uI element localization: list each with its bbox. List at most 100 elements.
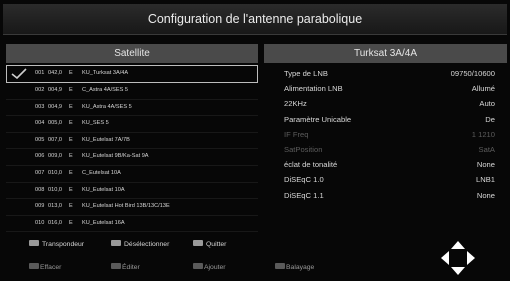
satellite-name: KU_Astra 4A/SES 5 (82, 103, 132, 110)
setting-tone-burst[interactable]: éclat de tonalité None (264, 157, 507, 172)
setting-lnb-type[interactable]: Type de LNB 09750/10600 (264, 66, 507, 81)
satellite-position: 016,0 (48, 219, 62, 226)
satellite-number: 005 (35, 136, 45, 143)
setting-label: Alimentation LNB (284, 84, 343, 94)
satellite-name: KU_Eutelsat 10A (82, 186, 125, 193)
satellite-position: 007,0 (48, 136, 62, 143)
satellite-name: KU_Eutelsat Hot Bird 13B/13C/13E (82, 203, 170, 210)
satellite-number: 009 (35, 203, 45, 210)
deselectionner-key[interactable]: Désélectionner (111, 240, 169, 250)
setting-value: None (476, 160, 495, 170)
satellite-name: KU_Turksat 3A/4A (82, 70, 129, 76)
setting-value: SatA (478, 144, 495, 154)
satellite-position: 009,0 (48, 153, 62, 160)
page-title: Configuration de l'antenne parabolique (147, 12, 363, 26)
setting-diseqc-11[interactable]: DiSEqC 1.1 None (264, 188, 507, 203)
setting-label: 22KHz (284, 99, 307, 109)
green-button-icon (111, 263, 121, 270)
setting-value: Auto (479, 99, 495, 109)
satellite-number: 006 (35, 153, 45, 160)
satellite-row[interactable]: 004 005,0 E KU_SES 5 (6, 116, 258, 133)
satellite-direction: E (69, 120, 73, 127)
satellite-direction: E (69, 70, 73, 76)
setting-22khz[interactable]: 22KHz Auto (264, 96, 507, 111)
satellite-name: C_Eutelsat 10A (82, 169, 121, 176)
blue-button-icon (275, 263, 285, 270)
satellite-number: 001 (35, 70, 45, 76)
satellite-list: 001 042,0 E KU_Turksat 3A/4A 002 004,9 E… (6, 65, 258, 233)
satellite-number: 002 (35, 87, 45, 93)
setting-label: Paramètre Unicable (284, 114, 352, 124)
satellite-position: 005,0 (48, 120, 62, 127)
satellite-position: 004,9 (48, 103, 62, 110)
title-bar: Configuration de l'antenne parabolique (3, 4, 507, 35)
transpondeur-key[interactable]: Transpondeur (29, 240, 84, 250)
setting-lnb-power[interactable]: Alimentation LNB Allumé (264, 81, 507, 96)
satellite-name: KU_Eutelsat 7A/7B (82, 136, 130, 143)
satellite-name: C_Astra 4A/SES 5 (82, 87, 129, 93)
satellite-direction: E (69, 87, 73, 93)
satellite-row[interactable]: 009 013,0 E KU_Eutelsat Hot Bird 13B/13C… (6, 199, 258, 216)
remote-button-icon (29, 240, 39, 247)
setting-label: Type de LNB (284, 69, 328, 78)
setting-diseqc-10[interactable]: DiSEqC 1.0 LNB1 (264, 172, 507, 187)
editer-label: Éditer (122, 264, 140, 271)
remote-button-icon (193, 240, 203, 247)
satellite-row[interactable]: 005 007,0 E KU_Eutelsat 7A/7B (6, 133, 258, 150)
satellite-panel-header: Satellite (6, 44, 258, 63)
key-legend: Transpondeur Désélectionner Quitter Effa… (0, 235, 510, 281)
satellite-row[interactable]: 010 016,0 E KU_Eutelsat 16A (6, 216, 258, 233)
satellite-row[interactable]: 008 010,0 E KU_Eutelsat 10A (6, 183, 258, 200)
setting-label: DiSEqC 1.0 (284, 175, 324, 185)
satellite-number: 004 (35, 120, 45, 127)
quitter-key[interactable]: Quitter (193, 240, 226, 250)
satellite-number: 010 (35, 219, 45, 226)
editer-key[interactable]: Éditer (111, 263, 140, 273)
antenna-config-screen: Configuration de l'antenne parabolique S… (0, 0, 510, 281)
satellite-number: 007 (35, 169, 45, 176)
setting-value: 1 1210 (471, 129, 495, 139)
effacer-key[interactable]: Effacer (29, 263, 61, 273)
satellite-direction: E (69, 169, 73, 176)
effacer-label: Effacer (40, 264, 62, 271)
satellite-number: 003 (35, 103, 45, 110)
satellite-name: KU_Eutelsat 16A (82, 219, 125, 226)
satellite-name: KU_SES 5 (82, 120, 109, 127)
setting-value: LNB1 (476, 175, 495, 185)
checkmark-icon (11, 68, 27, 79)
setting-value: 09750/10600 (450, 69, 495, 78)
satellite-row[interactable]: 006 009,0 E KU_Eutelsat 9B/Ka-Sat 9A (6, 149, 258, 166)
satellite-row[interactable]: 001 042,0 E KU_Turksat 3A/4A (6, 65, 258, 83)
satellite-direction: E (69, 219, 73, 226)
setting-value: Allumé (471, 84, 495, 94)
satellite-direction: E (69, 186, 73, 193)
satellite-row[interactable]: 002 004,9 E C_Astra 4A/SES 5 (6, 83, 258, 100)
satellite-details: Type de LNB 09750/10600 Alimentation LNB… (264, 66, 507, 203)
setting-label: IF Freq (284, 129, 309, 139)
satellite-position: 004,9 (48, 87, 62, 93)
balayage-label: Balayage (286, 264, 315, 271)
satellite-position: 010,0 (48, 169, 62, 176)
ajouter-key[interactable]: Ajouter (193, 263, 226, 273)
satellite-direction: E (69, 103, 73, 110)
balayage-key[interactable]: Balayage (275, 263, 314, 273)
ajouter-label: Ajouter (204, 264, 226, 271)
setting-label: éclat de tonalité (284, 160, 338, 170)
setting-value: None (476, 190, 495, 200)
deselectionner-label: Désélectionner (124, 241, 170, 248)
quitter-label: Quitter (206, 241, 227, 248)
satellite-direction: E (69, 203, 73, 210)
satellite-direction: E (69, 136, 73, 143)
satellite-row[interactable]: 007 010,0 E C_Eutelsat 10A (6, 166, 258, 183)
satellite-name: KU_Eutelsat 9B/Ka-Sat 9A (82, 153, 149, 160)
satellite-position: 010,0 (48, 186, 62, 193)
setting-sat-position: SatPosition SatA (264, 142, 507, 157)
satellite-position: 042,0 (48, 70, 62, 76)
details-panel-header: Turksat 3A/4A (264, 44, 507, 63)
satellite-position: 013,0 (48, 203, 62, 210)
setting-unicable[interactable]: Paramètre Unicable De (264, 112, 507, 127)
setting-value: De (485, 114, 495, 124)
satellite-row[interactable]: 003 004,9 E KU_Astra 4A/SES 5 (6, 100, 258, 117)
setting-label: SatPosition (284, 144, 323, 154)
transpondeur-label: Transpondeur (42, 241, 85, 248)
